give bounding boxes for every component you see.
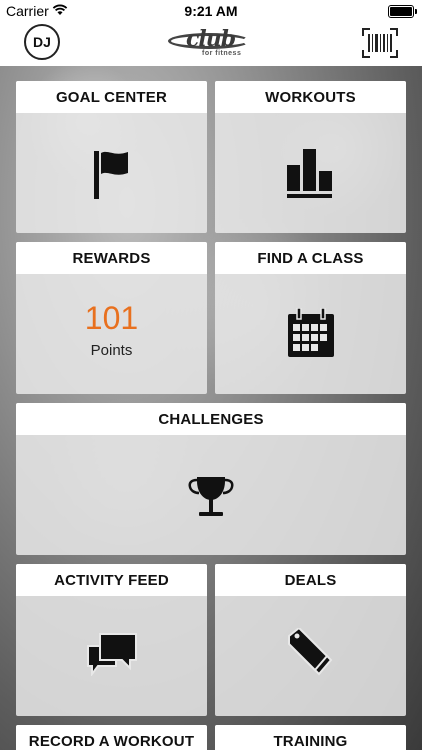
- battery-icon: [388, 5, 417, 18]
- rewards-tile[interactable]: REWARDS 101 Points: [16, 242, 207, 394]
- activity-feed-title: ACTIVITY FEED: [16, 564, 207, 596]
- deals-title: DEALS: [215, 564, 406, 596]
- deals-tile[interactable]: DEALS: [215, 564, 406, 716]
- goal-center-title: GOAL CENTER: [16, 81, 207, 113]
- calendar-icon: [288, 308, 334, 357]
- workouts-title: WORKOUTS: [215, 81, 406, 113]
- trophy-icon: [188, 477, 234, 516]
- find-a-class-title: FIND A CLASS: [215, 242, 406, 274]
- workouts-tile[interactable]: WORKOUTS: [215, 81, 406, 233]
- challenges-tile[interactable]: CHALLENGES: [16, 403, 406, 555]
- dashboard-grid: GOAL CENTER WORKOUTS REWARDS 101 Points …: [0, 66, 422, 750]
- training-title: TRAINING: [215, 725, 406, 750]
- bar-chart-icon: [287, 149, 332, 198]
- find-a-class-tile[interactable]: FIND A CLASS: [215, 242, 406, 394]
- challenges-title: CHALLENGES: [16, 403, 406, 435]
- club-logo: club for fitness: [168, 26, 254, 60]
- training-tile[interactable]: TRAINING: [215, 725, 406, 750]
- rewards-title: REWARDS: [16, 242, 207, 274]
- barcode-scan-icon[interactable]: [362, 28, 398, 58]
- logo-subtext: for fitness: [202, 50, 242, 57]
- logo-word: club: [186, 26, 236, 52]
- goal-center-tile[interactable]: GOAL CENTER: [16, 81, 207, 233]
- flag-icon: [94, 151, 128, 199]
- record-a-workout-title: RECORD A WORKOUT: [16, 725, 207, 750]
- status-time: 9:21 AM: [184, 3, 238, 19]
- activity-feed-tile[interactable]: ACTIVITY FEED: [16, 564, 207, 716]
- reward-points-value: 101: [84, 300, 139, 336]
- price-tags-icon: [288, 628, 333, 676]
- reward-points-label: Points: [90, 342, 133, 359]
- chat-bubbles-icon: [87, 633, 137, 676]
- nav-bar: DJ club for fitness: [0, 22, 422, 66]
- profile-avatar-button[interactable]: DJ: [24, 24, 60, 60]
- record-a-workout-tile[interactable]: RECORD A WORKOUT: [16, 725, 207, 750]
- status-bar: Carrier 9:21 AM: [0, 0, 422, 22]
